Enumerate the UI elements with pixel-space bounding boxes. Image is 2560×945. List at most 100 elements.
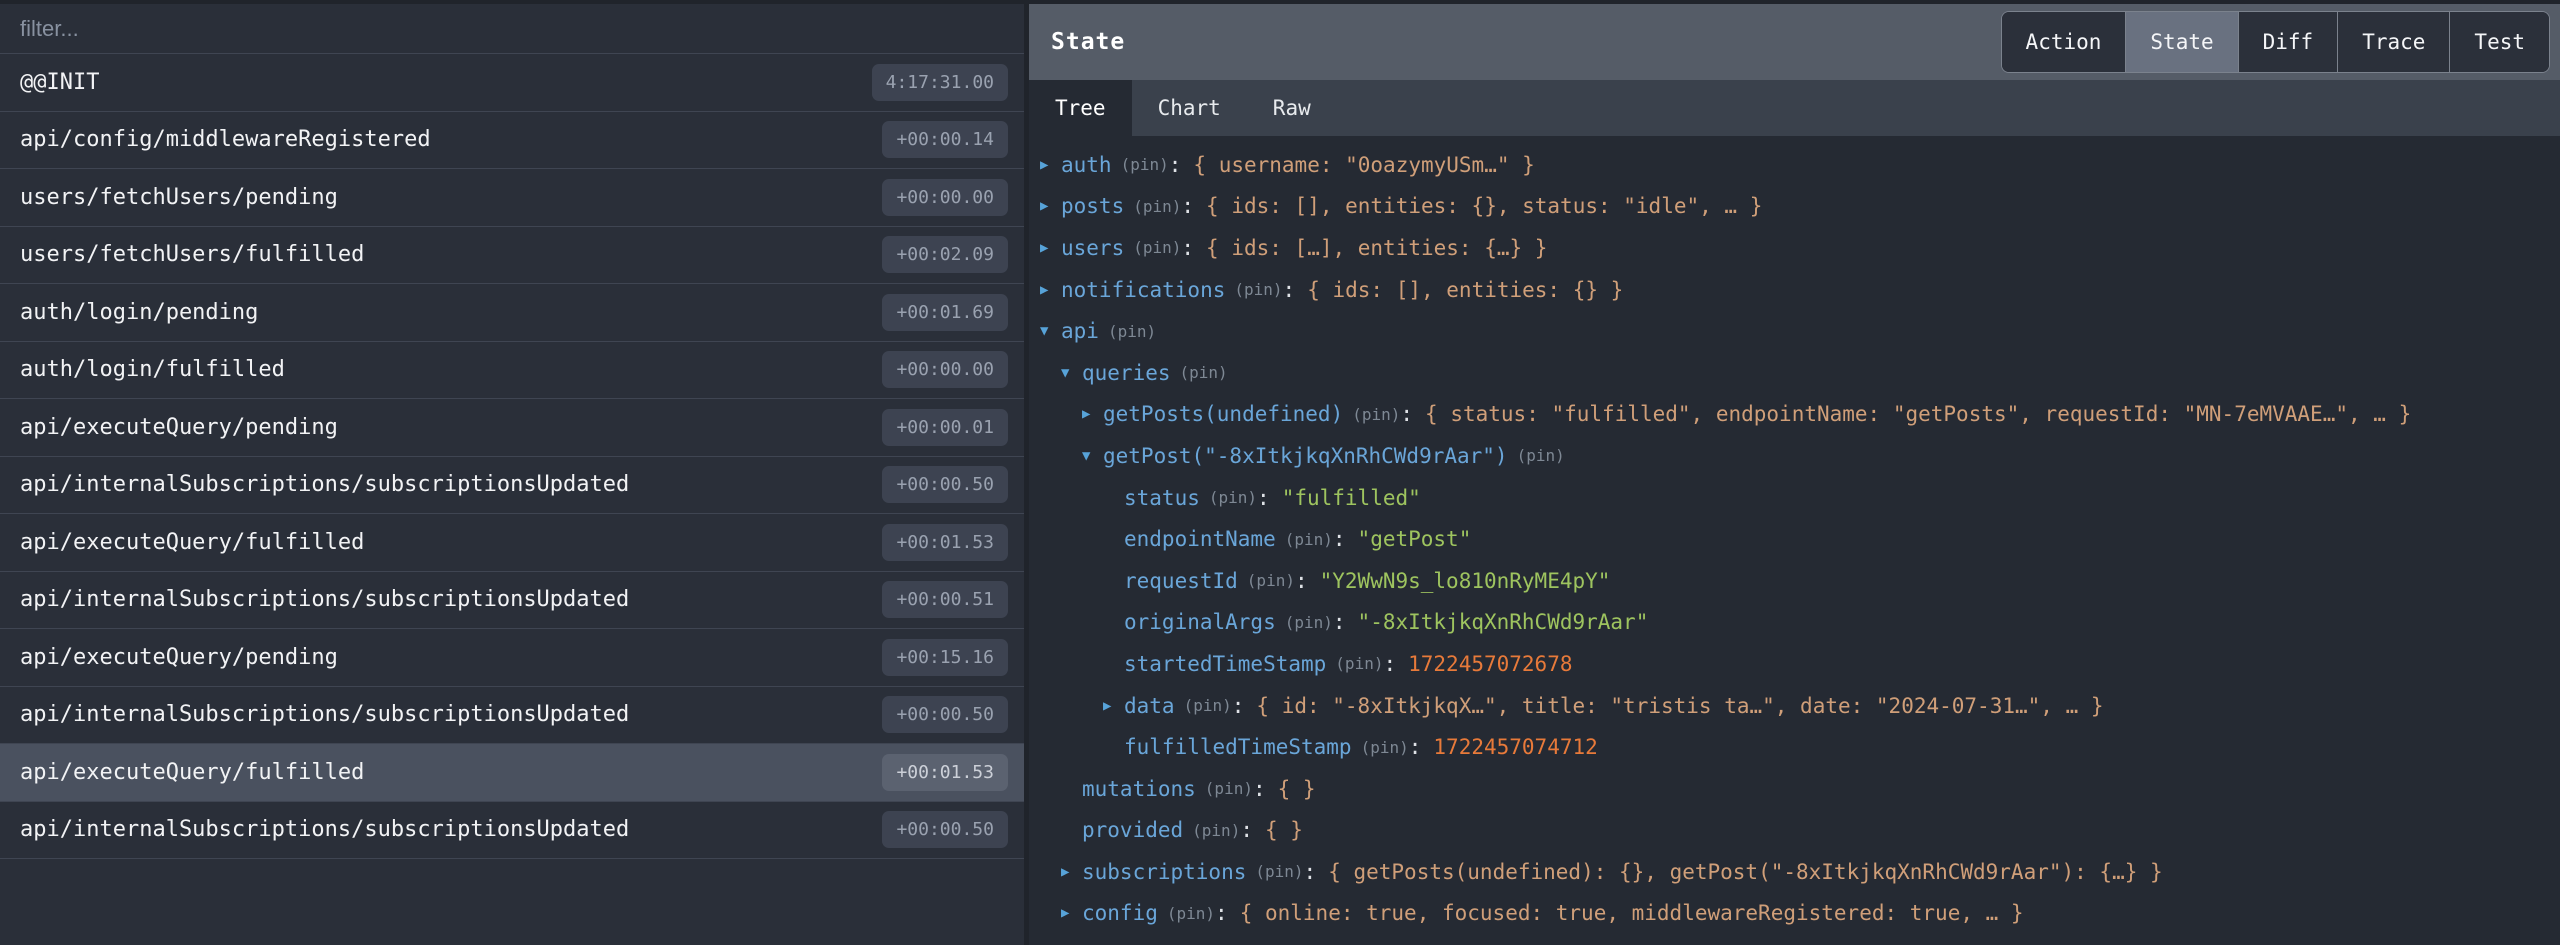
tree-row[interactable]: ▶notifications(pin):{ ids: [], entities:… [1035, 269, 2560, 311]
pin-label[interactable]: (pin) [1192, 821, 1240, 840]
pin-label[interactable]: (pin) [1180, 363, 1228, 382]
action-row[interactable]: api/executeQuery/fulfilled +00:01.53 [0, 514, 1024, 572]
action-row[interactable]: users/fetchUsers/pending +00:00.00 [0, 169, 1024, 227]
tree-row[interactable]: mutations(pin):{ } [1035, 768, 2560, 810]
tree-key[interactable]: endpointName [1124, 527, 1276, 551]
action-row[interactable]: api/internalSubscriptions/subscriptionsU… [0, 457, 1024, 515]
tree-row[interactable]: status(pin):"fulfilled" [1035, 477, 2560, 519]
tree-key[interactable]: status [1124, 486, 1200, 510]
tree-key[interactable]: queries [1082, 361, 1171, 385]
tree-row[interactable]: originalArgs(pin):"-8xItkjkqXnRhCWd9rAar… [1035, 602, 2560, 644]
tree-row[interactable]: provided(pin):{ } [1035, 810, 2560, 852]
tree-key[interactable]: getPost("-8xItkjkqXnRhCWd9rAar") [1103, 444, 1508, 468]
key-colon: : [1169, 153, 1182, 177]
tree-row[interactable]: ▶data(pin):{ id: "-8xItkjkqX…", title: "… [1035, 685, 2560, 727]
subtab-chart[interactable]: Chart [1132, 80, 1247, 136]
expand-icon[interactable]: ▶ [1040, 240, 1061, 256]
action-time-badge: +00:00.50 [882, 696, 1008, 733]
pin-label[interactable]: (pin) [1285, 613, 1333, 632]
action-row[interactable]: api/executeQuery/pending +00:15.16 [0, 629, 1024, 687]
tree-key[interactable]: posts [1061, 194, 1124, 218]
action-row[interactable]: users/fetchUsers/fulfilled +00:02.09 [0, 227, 1024, 285]
tree-row[interactable]: ▼api (pin) [1035, 310, 2560, 352]
tree-key[interactable]: originalArgs [1124, 610, 1276, 634]
key-colon: : [1181, 194, 1194, 218]
expand-icon[interactable]: ▶ [1061, 905, 1082, 921]
pin-label[interactable]: (pin) [1361, 738, 1409, 757]
action-name: api/executeQuery/fulfilled [20, 760, 882, 785]
tree-key[interactable]: getPosts(undefined) [1103, 402, 1343, 426]
subtab-tree[interactable]: Tree [1029, 80, 1132, 136]
pin-label[interactable]: (pin) [1133, 238, 1181, 257]
pin-label[interactable]: (pin) [1352, 405, 1400, 424]
action-name: users/fetchUsers/pending [20, 185, 882, 210]
tree-row[interactable]: ▼queries (pin) [1035, 352, 2560, 394]
action-row[interactable]: api/executeQuery/pending +00:00.01 [0, 399, 1024, 457]
tree-row[interactable]: ▶config(pin):{ online: true, focused: tr… [1035, 893, 2560, 935]
tab-state[interactable]: State [2125, 12, 2237, 72]
pin-label[interactable]: (pin) [1335, 654, 1383, 673]
tree-row[interactable]: ▶subscriptions(pin):{ getPosts(undefined… [1035, 851, 2560, 893]
filter-input[interactable] [20, 16, 1004, 42]
tab-trace[interactable]: Trace [2337, 12, 2449, 72]
action-row[interactable]: api/internalSubscriptions/subscriptionsU… [0, 572, 1024, 630]
expand-icon[interactable]: ▶ [1040, 282, 1061, 298]
pin-label[interactable]: (pin) [1167, 904, 1215, 923]
tree-key[interactable]: mutations [1082, 777, 1196, 801]
action-row[interactable]: auth/login/fulfilled +00:00.00 [0, 342, 1024, 400]
tree-row[interactable]: endpointName(pin):"getPost" [1035, 518, 2560, 560]
subtab-raw[interactable]: Raw [1247, 80, 1337, 136]
tree-key[interactable]: startedTimeStamp [1124, 652, 1326, 676]
tree-key[interactable]: fulfilledTimeStamp [1124, 735, 1352, 759]
tree-row[interactable]: fulfilledTimeStamp(pin):1722457074712 [1035, 726, 2560, 768]
pin-label[interactable]: (pin) [1205, 779, 1253, 798]
pin-label[interactable]: (pin) [1285, 530, 1333, 549]
pin-label[interactable]: (pin) [1108, 322, 1156, 341]
tree-key[interactable]: subscriptions [1082, 860, 1246, 884]
tree-preview: { ids: [], entities: {} } [1307, 278, 1623, 302]
expand-icon[interactable]: ▶ [1040, 198, 1061, 214]
pin-label[interactable]: (pin) [1255, 862, 1303, 881]
pin-label[interactable]: (pin) [1121, 155, 1169, 174]
action-row[interactable]: api/config/middlewareRegistered +00:00.1… [0, 112, 1024, 170]
action-row[interactable]: api/executeQuery/fulfilled +00:01.53 [0, 744, 1024, 802]
key-colon: : [1400, 402, 1413, 426]
expand-icon[interactable]: ▶ [1103, 698, 1124, 714]
tree-row[interactable]: requestId(pin):"Y2WwN9s_lo810nRyME4pY" [1035, 560, 2560, 602]
action-row[interactable]: api/internalSubscriptions/subscriptionsU… [0, 802, 1024, 860]
pin-label[interactable]: (pin) [1184, 696, 1232, 715]
pin-label[interactable]: (pin) [1517, 446, 1565, 465]
action-row[interactable]: api/internalSubscriptions/subscriptionsU… [0, 687, 1024, 745]
tree-row[interactable]: ▼getPost("-8xItkjkqXnRhCWd9rAar") (pin) [1035, 435, 2560, 477]
collapse-icon[interactable]: ▼ [1040, 323, 1061, 339]
tree-row[interactable]: ▶users(pin):{ ids: […], entities: {…} } [1035, 227, 2560, 269]
tree-key[interactable]: notifications [1061, 278, 1225, 302]
tab-diff[interactable]: Diff [2238, 12, 2338, 72]
expand-icon[interactable]: ▶ [1061, 864, 1082, 880]
tab-test[interactable]: Test [2449, 12, 2549, 72]
tree-row[interactable]: startedTimeStamp(pin):1722457072678 [1035, 643, 2560, 685]
action-time-badge: +00:02.09 [882, 236, 1008, 273]
action-row[interactable]: auth/login/pending +00:01.69 [0, 284, 1024, 342]
tree-key[interactable]: config [1082, 901, 1158, 925]
tree-row[interactable]: ▶auth(pin):{ username: "0oazymyUSm…" } [1035, 144, 2560, 186]
tree-key[interactable]: users [1061, 236, 1124, 260]
tree-key[interactable]: requestId [1124, 569, 1238, 593]
tree-key[interactable]: data [1124, 694, 1175, 718]
expand-icon[interactable]: ▶ [1082, 406, 1103, 422]
tree-row[interactable]: ▶getPosts(undefined)(pin):{ status: "ful… [1035, 394, 2560, 436]
pin-label[interactable]: (pin) [1234, 280, 1282, 299]
expand-icon[interactable]: ▶ [1040, 157, 1061, 173]
tree-key[interactable]: provided [1082, 818, 1183, 842]
collapse-icon[interactable]: ▼ [1082, 448, 1103, 464]
tree-key[interactable]: api [1061, 319, 1099, 343]
tree-preview: { } [1278, 777, 1316, 801]
collapse-icon[interactable]: ▼ [1061, 365, 1082, 381]
action-row[interactable]: @@INIT 4:17:31.00 [0, 54, 1024, 112]
tree-key[interactable]: auth [1061, 153, 1112, 177]
tree-row[interactable]: ▶posts(pin):{ ids: [], entities: {}, sta… [1035, 186, 2560, 228]
tab-action[interactable]: Action [2002, 12, 2126, 72]
pin-label[interactable]: (pin) [1247, 571, 1295, 590]
pin-label[interactable]: (pin) [1133, 197, 1181, 216]
pin-label[interactable]: (pin) [1209, 488, 1257, 507]
